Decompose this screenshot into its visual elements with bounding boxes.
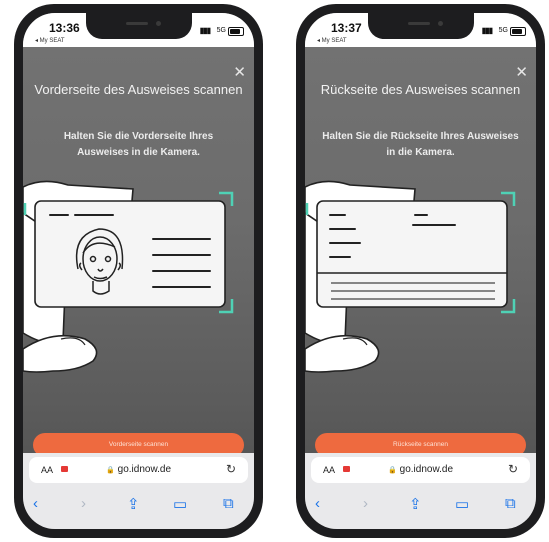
back-to-app-link[interactable]: ◂ My SEAT <box>317 37 347 44</box>
phone-front: 13:36 ◂ My SEAT ▮▮▮ 5G ✕ Vorderseite des… <box>14 4 263 538</box>
url-bar[interactable]: AA 🔒 go.idnow.de ↻ <box>29 457 248 483</box>
phone-screen: 13:37 ◂ My SEAT ▮▮▮ 5G ✕ Rückseite des A… <box>305 13 536 529</box>
back-icon[interactable]: ‹ <box>33 495 38 512</box>
share-icon[interactable]: ⇪ <box>409 495 422 513</box>
battery-icon <box>510 27 526 36</box>
scan-title: Vorderseite des Ausweises scannen <box>34 82 243 97</box>
signal-icon: ▮▮▮ <box>481 26 493 35</box>
tabs-icon[interactable]: ⧉ <box>223 495 234 512</box>
close-icon[interactable]: ✕ <box>233 63 246 81</box>
notch <box>367 13 474 39</box>
url-text: go.idnow.de <box>117 464 172 475</box>
scan-instruction: Halten Sie die Vorderseite Ihres Ausweis… <box>63 131 214 158</box>
scan-instruction: Halten Sie die Rückseite Ihres Ausweises… <box>322 131 519 158</box>
reload-icon[interactable]: ↻ <box>508 462 518 476</box>
id-front-illustration <box>23 180 234 373</box>
share-icon[interactable]: ⇪ <box>127 495 140 513</box>
bookmarks-icon[interactable]: ▭ <box>173 495 187 513</box>
notch <box>85 13 192 39</box>
lock-icon: 🔒 <box>387 467 397 474</box>
browser-toolbar: AA 🔒 go.idnow.de ↻ ‹ › ⇪ ▭ ⧉ <box>305 453 536 529</box>
status-bar: 13:36 ◂ My SEAT ▮▮▮ 5G <box>23 13 254 47</box>
back-icon[interactable]: ‹ <box>315 495 320 512</box>
close-icon[interactable]: ✕ <box>515 63 528 81</box>
lock-icon: 🔒 <box>105 467 115 474</box>
phone-screen: 13:36 ◂ My SEAT ▮▮▮ 5G ✕ Vorderseite des… <box>23 13 254 529</box>
back-to-app-link[interactable]: ◂ My SEAT <box>35 37 65 44</box>
phone-back: 13:37 ◂ My SEAT ▮▮▮ 5G ✕ Rückseite des A… <box>296 4 545 538</box>
status-time: 13:37 <box>331 21 362 35</box>
signal-icon: ▮▮▮ <box>199 26 211 35</box>
url-bar[interactable]: AA 🔒 go.idnow.de ↻ <box>311 457 530 483</box>
network-label: 5G <box>498 27 508 34</box>
bookmarks-icon[interactable]: ▭ <box>455 495 469 513</box>
forward-icon[interactable]: › <box>81 495 86 512</box>
status-bar: 13:37 ◂ My SEAT ▮▮▮ 5G <box>305 13 536 47</box>
reload-icon[interactable]: ↻ <box>226 462 236 476</box>
url-text: go.idnow.de <box>399 464 454 475</box>
battery-icon <box>228 27 244 36</box>
scan-title: Rückseite des Ausweises scannen <box>320 82 521 97</box>
id-back-illustration <box>305 180 516 373</box>
browser-toolbar: AA 🔒 go.idnow.de ↻ ‹ › ⇪ ▭ ⧉ <box>23 453 254 529</box>
tabs-icon[interactable]: ⧉ <box>505 495 516 512</box>
status-time: 13:36 <box>49 21 80 35</box>
browser-nav: ‹ › ⇪ ▭ ⧉ <box>23 495 254 517</box>
browser-nav: ‹ › ⇪ ▭ ⧉ <box>305 495 536 517</box>
forward-icon[interactable]: › <box>363 495 368 512</box>
network-label: 5G <box>216 27 226 34</box>
